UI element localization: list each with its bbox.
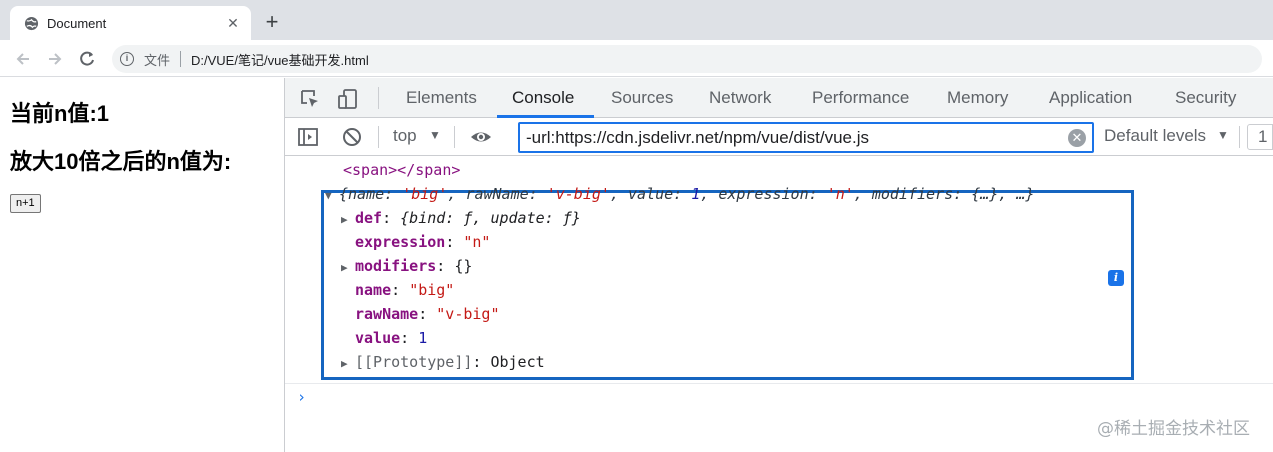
- increment-button[interactable]: n+1: [10, 194, 41, 213]
- toolbar-divider: [1239, 126, 1240, 148]
- prop-prototype[interactable]: ▶ [[Prototype]]: Object: [341, 350, 545, 376]
- console-element-log[interactable]: <span></span>: [343, 158, 460, 182]
- context-selector[interactable]: top: [393, 126, 417, 146]
- prop-name: name: "big": [355, 281, 455, 299]
- live-expression-eye-icon[interactable]: [470, 126, 492, 148]
- toolbar-divider: [454, 126, 455, 148]
- tab-security[interactable]: Security: [1175, 78, 1236, 118]
- device-toolbar-icon[interactable]: [337, 88, 359, 110]
- inspect-element-icon[interactable]: [299, 88, 321, 110]
- object-summary-line[interactable]: ▼ {name: 'big', rawName: 'v-big', value: …: [325, 182, 1034, 208]
- console-toolbar: top ▼ -url:https://cdn.jsdelivr.net/npm/…: [285, 118, 1273, 156]
- expanded-triangle-icon[interactable]: ▼: [325, 184, 339, 208]
- toolbar-divider: [378, 87, 379, 109]
- browser-tab[interactable]: Document ✕: [10, 6, 251, 40]
- sidebar-toggle-icon[interactable]: [297, 126, 319, 148]
- tab-close-icon[interactable]: ✕: [225, 15, 241, 32]
- filter-text[interactable]: -url:https://cdn.jsdelivr.net/npm/vue/di…: [526, 128, 1068, 148]
- toolbar-divider: [378, 126, 379, 148]
- address-divider: [180, 51, 182, 67]
- clear-console-icon[interactable]: [341, 126, 363, 148]
- prop-expression: expression: "n": [355, 233, 491, 251]
- tab-elements[interactable]: Elements: [406, 78, 477, 118]
- issues-count-badge[interactable]: 1: [1247, 124, 1273, 150]
- console-output: <span></span> ▼ {name: 'big', rawName: 'v…: [285, 157, 1273, 452]
- reload-icon[interactable]: [76, 48, 98, 70]
- new-tab-button[interactable]: +: [262, 10, 282, 34]
- back-icon[interactable]: [12, 48, 34, 70]
- page-viewport: 当前n值:1 放大10倍之后的n值为: n+1: [0, 78, 284, 452]
- address-url[interactable]: D:/VUE/笔记/vue基础开发.html: [191, 50, 369, 69]
- collapsed-triangle-icon[interactable]: ▶: [341, 352, 355, 376]
- info-icon[interactable]: i: [120, 52, 134, 66]
- browser-tab-strip: Document ✕ +: [0, 0, 1273, 40]
- levels-caret-icon[interactable]: ▼: [1217, 128, 1229, 142]
- prop-def[interactable]: ▶ def: {bind: ƒ, update: ƒ}: [341, 206, 581, 232]
- tab-network[interactable]: Network: [709, 78, 771, 118]
- tab-memory[interactable]: Memory: [947, 78, 1008, 118]
- browser-toolbar: i 文件 D:/VUE/笔记/vue基础开发.html: [0, 40, 1273, 77]
- watermark: @稀土掘金技术社区: [1097, 419, 1250, 439]
- tab-performance[interactable]: Performance: [812, 78, 909, 118]
- devtools-panel: Elements Console Sources Network Perform…: [285, 78, 1273, 452]
- current-n-heading: 当前n值:1: [10, 101, 110, 126]
- address-scheme-label: 文件: [144, 52, 171, 68]
- enlarged-n-heading: 放大10倍之后的n值为:: [10, 149, 232, 174]
- tab-application[interactable]: Application: [1049, 78, 1132, 118]
- collapsed-triangle-icon[interactable]: ▶: [341, 256, 355, 280]
- prop-rawname: rawName: "v-big": [355, 305, 500, 323]
- address-bar[interactable]: i 文件 D:/VUE/笔记/vue基础开发.html: [112, 45, 1262, 73]
- tab-console[interactable]: Console: [512, 78, 574, 118]
- collapsed-triangle-icon[interactable]: ▶: [341, 208, 355, 232]
- console-filter-input[interactable]: -url:https://cdn.jsdelivr.net/npm/vue/di…: [518, 122, 1094, 153]
- console-prompt-divider: [285, 383, 1273, 384]
- log-levels-dropdown[interactable]: Default levels: [1104, 126, 1206, 146]
- filter-clear-icon[interactable]: ✕: [1068, 128, 1086, 147]
- forward-icon[interactable]: [44, 48, 66, 70]
- tab-title: Document: [47, 15, 107, 31]
- prop-modifiers[interactable]: ▶ modifiers: {}: [341, 254, 472, 280]
- globe-icon: [24, 16, 39, 30]
- tab-sources[interactable]: Sources: [611, 78, 673, 118]
- object-info-icon[interactable]: i: [1108, 270, 1124, 286]
- console-prompt-icon[interactable]: ›: [297, 385, 306, 409]
- prop-value: value: 1: [355, 329, 428, 347]
- devtools-tab-bar: Elements Console Sources Network Perform…: [285, 78, 1273, 118]
- context-caret-icon[interactable]: ▼: [429, 128, 441, 142]
